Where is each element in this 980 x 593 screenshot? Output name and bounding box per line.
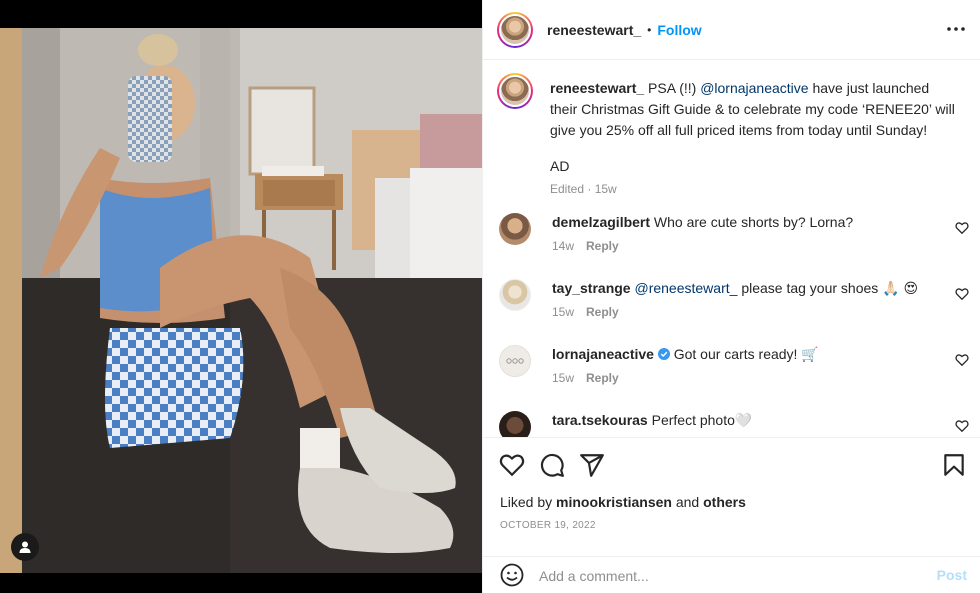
verified-badge-icon (657, 348, 670, 360)
follow-button[interactable]: Follow (657, 22, 701, 38)
comment-body: lornajaneactive Got our carts ready! 🛒 (552, 345, 942, 363)
avatar[interactable] (499, 279, 531, 311)
comment-item: tara.tsekouras Perfect photo🤍 (499, 411, 969, 437)
heart-icon[interactable] (499, 452, 525, 478)
post-photo[interactable] (0, 28, 482, 573)
comment-mention[interactable]: @reneestewart_ (634, 280, 737, 296)
post-header: reneestewart_ • Follow (483, 0, 980, 60)
post-comment-button[interactable]: Post (937, 567, 967, 583)
caption-text: AD (550, 158, 570, 174)
comment-input[interactable] (539, 565, 919, 587)
like-comment-icon[interactable] (955, 287, 969, 301)
comment-body: tay_strange @reneestewart_ please tag yo… (552, 279, 942, 297)
instagram-post: reneestewart_ • Follow reneestewart_ PSA… (0, 0, 980, 593)
avatar[interactable] (497, 73, 533, 109)
comment-meta: 15w Reply (552, 305, 619, 319)
liked-by-user-link[interactable]: minookristiansen (556, 494, 672, 510)
comment-username[interactable]: lornajaneactive (552, 346, 654, 362)
comment-item: tay_strange @reneestewart_ please tag yo… (499, 279, 969, 339)
comment-body: tara.tsekouras Perfect photo🤍 (552, 411, 942, 429)
post-date[interactable]: OCTOBER 19, 2022 (500, 520, 596, 531)
comment-meta: 14w Reply (552, 239, 619, 253)
post-media (0, 0, 482, 593)
caption-username[interactable]: reneestewart_ (550, 80, 644, 96)
reply-button[interactable]: Reply (586, 371, 619, 385)
like-comment-icon[interactable] (955, 221, 969, 235)
comment-text: Got our carts ready! 🛒 (673, 346, 819, 362)
user-icon (19, 541, 31, 553)
like-comment-icon[interactable] (955, 353, 969, 367)
likes-mid: and (671, 494, 704, 510)
tagged-user-button[interactable] (11, 533, 39, 561)
comment-item: lornajaneactive Got our carts ready! 🛒 1… (499, 345, 969, 405)
caption-mention[interactable]: @lornajaneactive (700, 80, 808, 96)
comment-age: 15w (552, 305, 575, 319)
avatar[interactable] (499, 213, 531, 245)
more-options-button[interactable] (947, 20, 965, 38)
more-horizontal-icon (947, 27, 965, 31)
comment-meta: 15w Reply (552, 371, 619, 385)
separator-dot: • (647, 22, 652, 37)
comment-text: please tag your shoes 🙏🏻 😍 (741, 280, 919, 296)
reply-button[interactable]: Reply (586, 305, 619, 319)
post-side-panel: reneestewart_ • Follow reneestewart_ PSA… (482, 0, 980, 593)
comment-username[interactable]: tay_strange (552, 280, 631, 296)
comment-text: Who are cute shorts by? Lorna? (653, 214, 854, 230)
like-comment-icon[interactable] (955, 419, 969, 433)
emoji-icon[interactable] (500, 563, 524, 587)
caption-meta: Edited · 15w (550, 182, 617, 196)
comments-list[interactable]: reneestewart_ PSA (!!) @lornajaneactive … (483, 61, 980, 437)
share-icon[interactable] (579, 452, 605, 478)
reply-button[interactable]: Reply (586, 239, 619, 253)
avatar[interactable] (499, 411, 531, 437)
avatar[interactable] (499, 345, 531, 377)
caption-body: reneestewart_ PSA (!!) @lornajaneactive … (550, 78, 960, 200)
comment-text: Perfect photo🤍 (651, 412, 753, 428)
bookmark-icon[interactable] (941, 452, 967, 478)
likes-summary: Liked by minookristiansen and others (500, 494, 746, 510)
post-actions: Liked by minookristiansen and others OCT… (483, 437, 980, 592)
comment-icon[interactable] (539, 452, 565, 478)
brand-logo-icon (506, 358, 524, 364)
avatar[interactable] (497, 11, 533, 48)
comment-body: demelzagilbert Who are cute shorts by? L… (552, 213, 942, 231)
comment-item: demelzagilbert Who are cute shorts by? L… (499, 213, 969, 273)
comment-username[interactable]: demelzagilbert (552, 214, 650, 230)
comment-username[interactable]: tara.tsekouras (552, 412, 648, 428)
username-link[interactable]: reneestewart_ (547, 22, 641, 38)
comment-age: 15w (552, 371, 575, 385)
likes-others-link[interactable]: others (703, 494, 746, 510)
likes-prefix: Liked by (500, 494, 557, 510)
add-comment-bar: Post (483, 556, 980, 593)
caption-text: PSA (!!) (644, 80, 701, 96)
comment-age: 14w (552, 239, 575, 253)
